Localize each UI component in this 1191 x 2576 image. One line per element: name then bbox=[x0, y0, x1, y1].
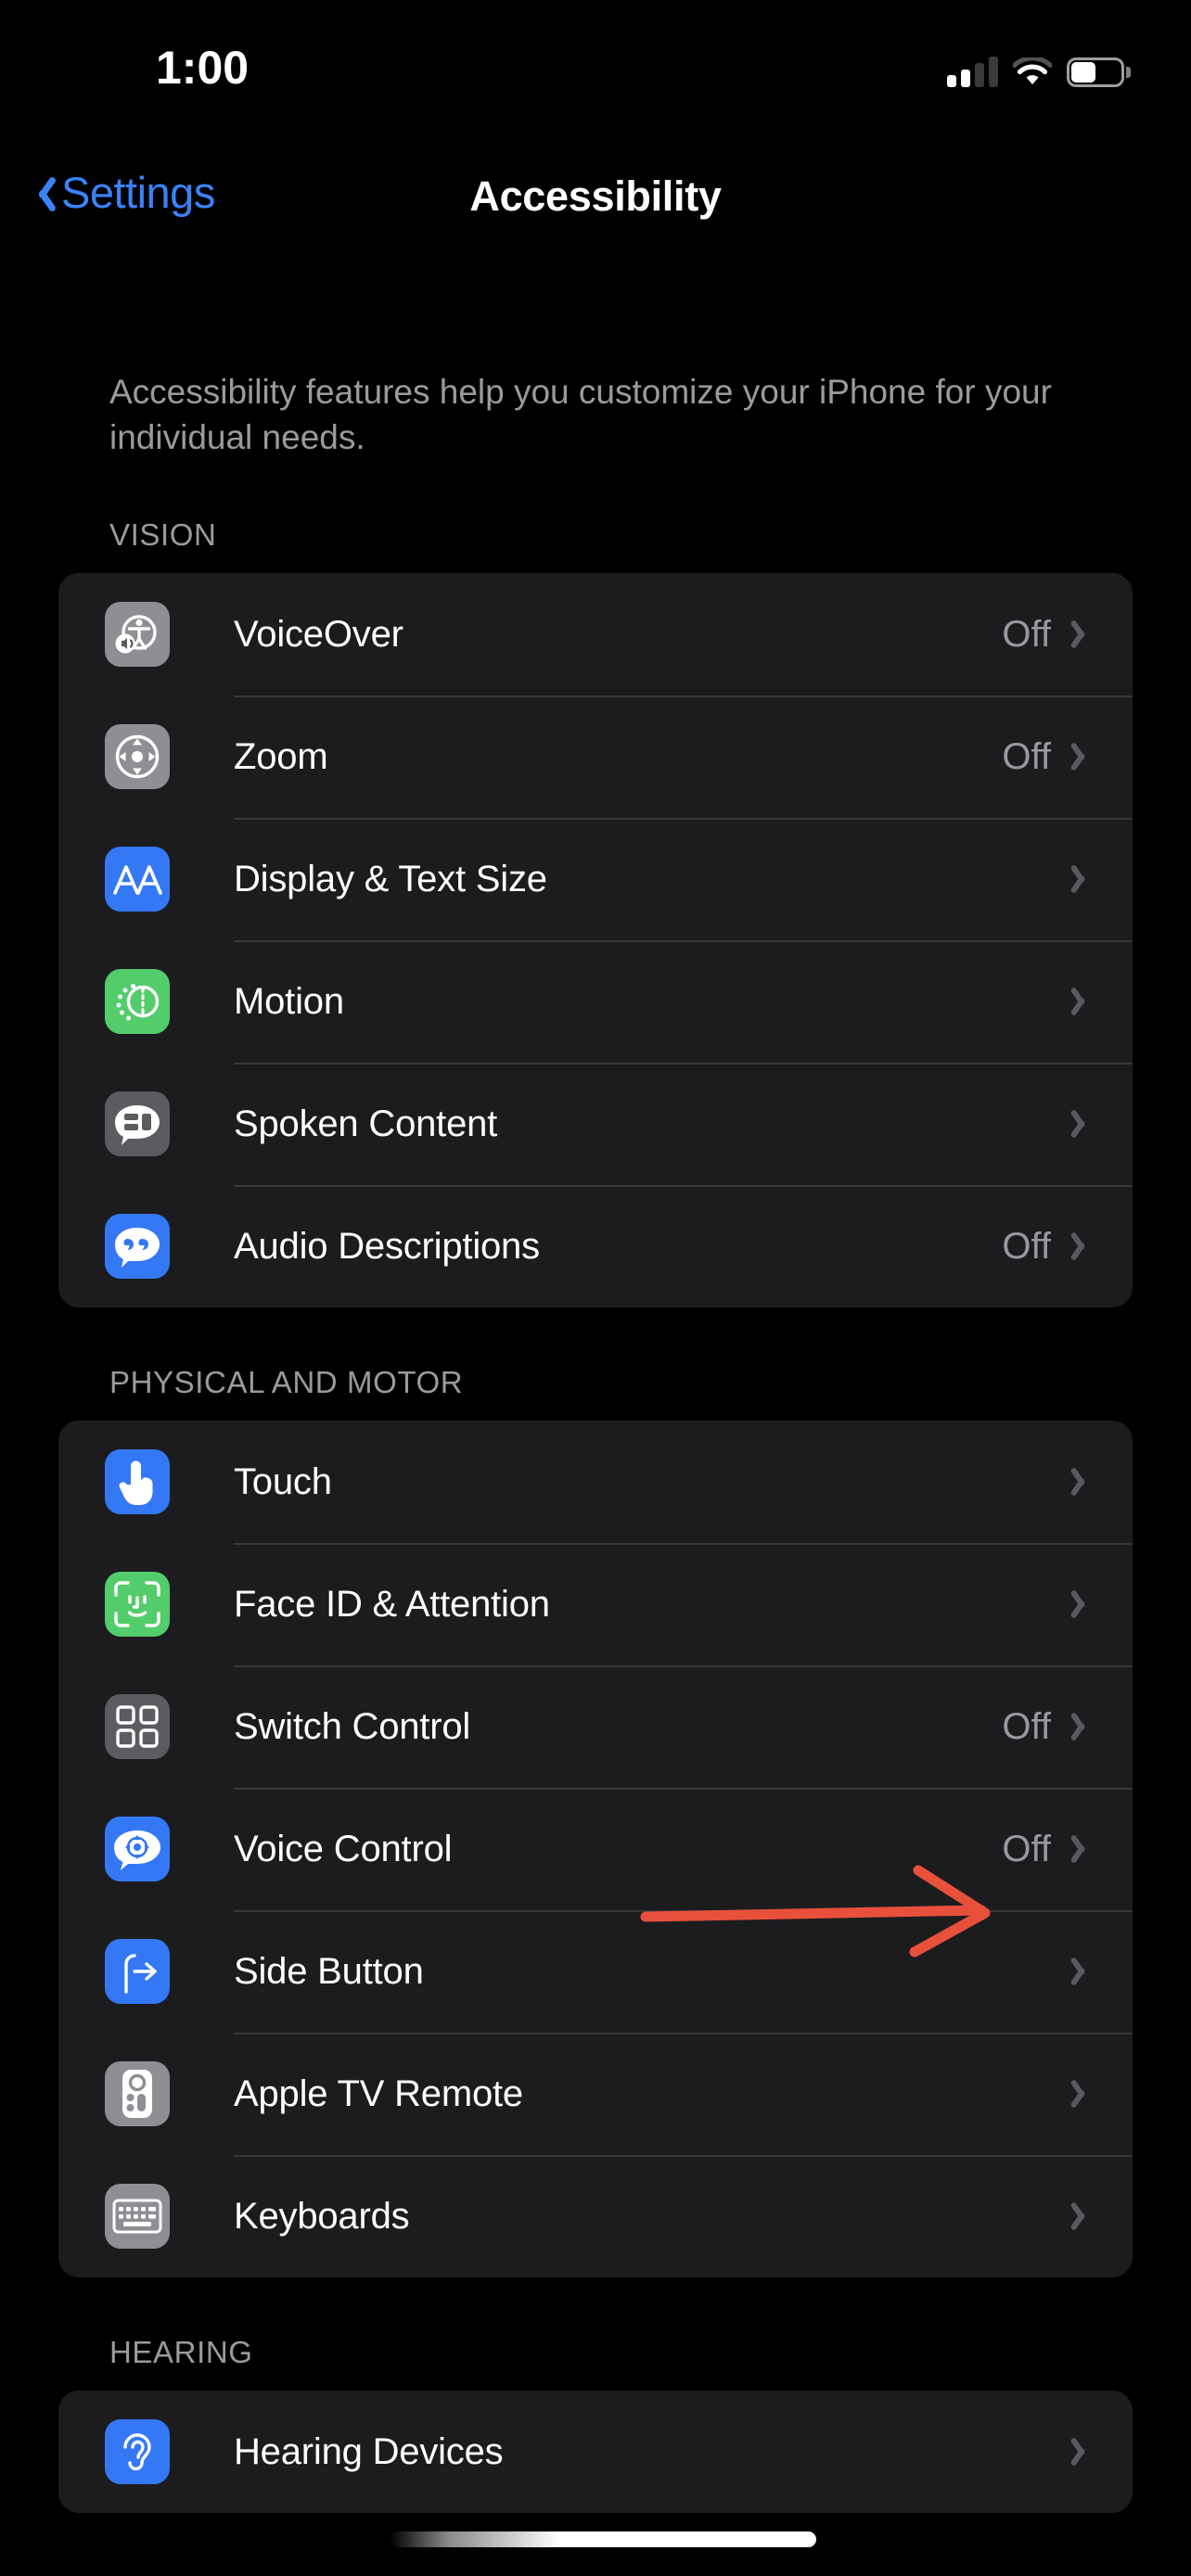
chevron-right-icon bbox=[1075, 1465, 1094, 1498]
status-bar-time: 1:00 bbox=[156, 42, 250, 94]
section-header: HEARING bbox=[109, 2335, 253, 2370]
settings-row[interactable]: Side Button bbox=[58, 1910, 1133, 2033]
chevron-right-icon bbox=[1075, 1710, 1094, 1743]
settings-row-value: Off bbox=[1002, 613, 1051, 655]
settings-row[interactable]: Touch bbox=[58, 1421, 1133, 1543]
settings-row[interactable]: Audio Descriptions Off bbox=[58, 1185, 1133, 1307]
face-id-icon bbox=[105, 1572, 170, 1638]
settings-row[interactable]: Zoom Off bbox=[58, 695, 1133, 818]
keyboards-icon bbox=[105, 2184, 170, 2250]
audio-descriptions-icon bbox=[105, 1214, 170, 1280]
chevron-right-icon bbox=[1075, 1955, 1094, 1988]
zoom-icon bbox=[105, 724, 170, 790]
status-bar-indicators bbox=[947, 52, 1131, 87]
chevron-right-icon bbox=[1075, 1107, 1094, 1141]
side-button-icon bbox=[105, 1939, 170, 2005]
chevron-right-icon bbox=[1075, 2200, 1094, 2233]
hearing-devices-icon bbox=[105, 2419, 170, 2485]
settings-row-value: Off bbox=[1002, 1705, 1051, 1747]
switch-control-icon bbox=[105, 1694, 170, 1760]
settings-row-label: Keyboards bbox=[234, 2195, 410, 2237]
settings-group: Hearing Devices bbox=[58, 2391, 1133, 2514]
settings-row-label: Switch Control bbox=[234, 1705, 471, 1747]
chevron-right-icon bbox=[1075, 862, 1094, 896]
settings-row-label: Hearing Devices bbox=[234, 2430, 504, 2472]
intro-description: Accessibility features help you customiz… bbox=[109, 373, 1052, 457]
settings-row-value: Off bbox=[1002, 735, 1051, 777]
settings-group: VoiceOver Off Zoom Off Display & Text Size… bbox=[58, 573, 1133, 1308]
motion-icon bbox=[105, 969, 170, 1035]
settings-row-label: Voice Control bbox=[234, 1828, 453, 1869]
chevron-right-icon bbox=[1075, 740, 1094, 773]
settings-row-label: Face ID & Attention bbox=[234, 1583, 550, 1625]
settings-row-label: Zoom bbox=[234, 735, 328, 777]
settings-row[interactable]: Spoken Content bbox=[58, 1063, 1133, 1185]
settings-row-label: Side Button bbox=[234, 1950, 424, 1992]
voiceover-icon bbox=[105, 602, 170, 668]
voice-control-icon bbox=[105, 1817, 170, 1882]
settings-row-label: VoiceOver bbox=[234, 613, 403, 655]
settings-row[interactable]: Hearing Devices bbox=[58, 2391, 1133, 2513]
cellular-signal-icon bbox=[947, 56, 998, 87]
navigation-bar: Settings Accessibility bbox=[0, 148, 1191, 250]
page-title: Accessibility bbox=[469, 172, 722, 220]
chevron-right-icon bbox=[1075, 2435, 1094, 2468]
settings-row-label: Audio Descriptions bbox=[234, 1225, 540, 1267]
display-text-size-icon bbox=[105, 847, 170, 912]
chevron-right-icon bbox=[1075, 618, 1094, 651]
settings-row[interactable]: VoiceOver Off bbox=[58, 573, 1133, 695]
chevron-right-icon bbox=[1075, 985, 1094, 1018]
chevron-right-icon bbox=[1075, 1832, 1094, 1866]
settings-row[interactable]: Voice Control Off bbox=[58, 1788, 1133, 1910]
settings-row[interactable]: Display & Text Size bbox=[58, 818, 1133, 940]
wifi-icon bbox=[1011, 56, 1054, 87]
iphone-screen: 1:00 Settings Accessibility Accessibilit… bbox=[0, 0, 1191, 2576]
spoken-content-icon bbox=[105, 1091, 170, 1157]
settings-row[interactable]: Keyboards bbox=[58, 2155, 1133, 2277]
settings-row[interactable]: Face ID & Attention bbox=[58, 1543, 1133, 1665]
battery-icon bbox=[1067, 57, 1131, 87]
settings-row-label: Spoken Content bbox=[234, 1103, 498, 1144]
settings-row-label: Touch bbox=[234, 1460, 332, 1502]
touch-icon bbox=[105, 1449, 170, 1515]
status-bar: 1:00 bbox=[0, 0, 1191, 111]
apple-tv-remote-icon bbox=[105, 2061, 170, 2127]
chevron-right-icon bbox=[1075, 1230, 1094, 1263]
settings-row-label: Motion bbox=[234, 980, 344, 1022]
chevron-right-icon bbox=[1075, 2077, 1094, 2111]
settings-row-value: Off bbox=[1002, 1828, 1051, 1869]
settings-row[interactable]: Apple TV Remote bbox=[58, 2033, 1133, 2155]
home-indicator[interactable] bbox=[390, 2531, 816, 2547]
settings-row[interactable]: Switch Control Off bbox=[58, 1665, 1133, 1788]
section-header: PHYSICAL AND MOTOR bbox=[109, 1365, 464, 1400]
settings-row[interactable]: Motion bbox=[58, 940, 1133, 1063]
settings-row-value: Off bbox=[1002, 1225, 1051, 1267]
settings-group: Touch Face ID & Attention Switch Control… bbox=[58, 1421, 1133, 2278]
section-header: VISION bbox=[109, 517, 217, 553]
settings-row-label: Apple TV Remote bbox=[234, 2072, 523, 2114]
settings-row-label: Display & Text Size bbox=[234, 858, 547, 899]
chevron-right-icon bbox=[1075, 1588, 1094, 1621]
settings-list: Accessibility features help you customiz… bbox=[0, 250, 1191, 2514]
